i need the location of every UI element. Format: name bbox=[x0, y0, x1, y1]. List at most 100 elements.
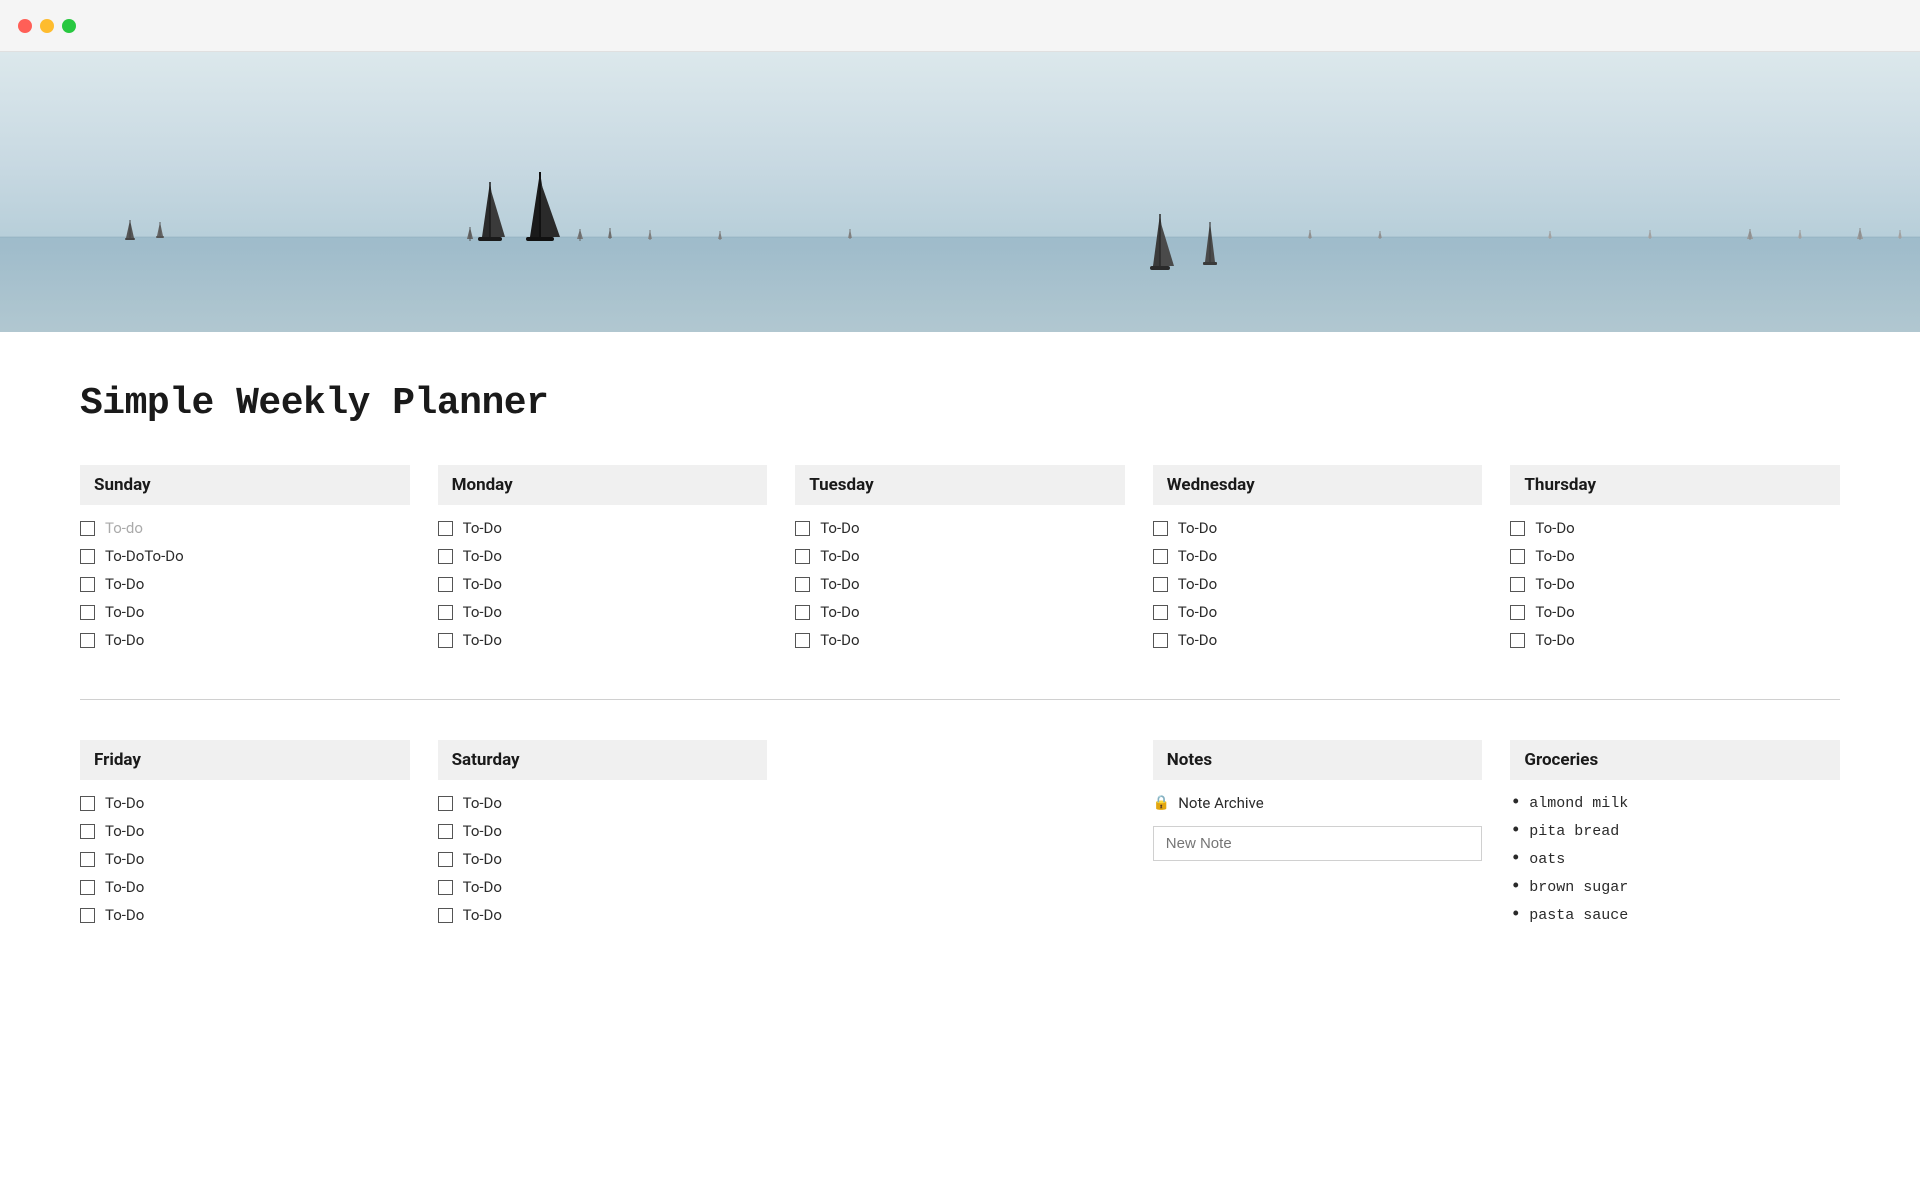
todo-label: To-Do bbox=[463, 603, 502, 621]
todo-checkbox[interactable] bbox=[80, 521, 95, 536]
todo-checkbox[interactable] bbox=[438, 577, 453, 592]
todo-item[interactable]: To-Do bbox=[795, 575, 1125, 593]
todo-item[interactable]: To-DoTo-Do bbox=[80, 547, 410, 565]
todo-checkbox[interactable] bbox=[1510, 605, 1525, 620]
grocery-item: •almond milk bbox=[1510, 794, 1840, 812]
todo-item[interactable]: To-Do bbox=[1510, 631, 1840, 649]
todo-item[interactable]: To-Do bbox=[795, 603, 1125, 621]
todo-checkbox[interactable] bbox=[80, 824, 95, 839]
day-header-wednesday: Wednesday bbox=[1153, 465, 1483, 505]
todo-item[interactable]: To-Do bbox=[795, 547, 1125, 565]
day-header-tuesday: Tuesday bbox=[795, 465, 1125, 505]
todo-item[interactable]: To-Do bbox=[1510, 575, 1840, 593]
todo-checkbox[interactable] bbox=[438, 605, 453, 620]
day-column-friday: FridayTo-DoTo-DoTo-DoTo-DoTo-Do bbox=[80, 740, 410, 934]
todo-item[interactable]: To-Do bbox=[438, 603, 768, 621]
todo-checkbox[interactable] bbox=[1510, 577, 1525, 592]
todo-checkbox[interactable] bbox=[795, 521, 810, 536]
maximize-button[interactable] bbox=[62, 19, 76, 33]
todo-checkbox[interactable] bbox=[438, 521, 453, 536]
todo-checkbox[interactable] bbox=[1153, 633, 1168, 648]
todo-checkbox[interactable] bbox=[80, 908, 95, 923]
todo-checkbox[interactable] bbox=[1510, 633, 1525, 648]
todo-item[interactable]: To-Do bbox=[1153, 631, 1483, 649]
todo-checkbox[interactable] bbox=[80, 880, 95, 895]
minimize-button[interactable] bbox=[40, 19, 54, 33]
todo-item[interactable]: To-Do bbox=[438, 631, 768, 649]
todo-label: To-Do bbox=[463, 822, 502, 840]
close-button[interactable] bbox=[18, 19, 32, 33]
todo-item[interactable]: To-Do bbox=[438, 906, 768, 924]
todo-checkbox[interactable] bbox=[80, 633, 95, 648]
todo-label: To-Do bbox=[1178, 603, 1217, 621]
todo-item[interactable]: To-Do bbox=[1153, 547, 1483, 565]
todo-item[interactable]: To-Do bbox=[1510, 547, 1840, 565]
todo-checkbox[interactable] bbox=[1510, 549, 1525, 564]
todo-checkbox[interactable] bbox=[1153, 521, 1168, 536]
todo-item[interactable]: To-Do bbox=[438, 794, 768, 812]
todo-checkbox[interactable] bbox=[80, 852, 95, 867]
groceries-column: Groceries•almond milk•pita bread•oats•br… bbox=[1510, 740, 1840, 934]
todo-checkbox[interactable] bbox=[438, 633, 453, 648]
day-column-saturday: SaturdayTo-DoTo-DoTo-DoTo-DoTo-Do bbox=[438, 740, 768, 934]
todo-checkbox[interactable] bbox=[438, 908, 453, 923]
todo-checkbox[interactable] bbox=[438, 852, 453, 867]
todo-label: To-Do bbox=[820, 631, 859, 649]
todo-item[interactable]: To-Do bbox=[80, 878, 410, 896]
todo-label: To-Do bbox=[463, 631, 502, 649]
note-archive-item[interactable]: 🔒Note Archive bbox=[1153, 794, 1483, 812]
todo-item[interactable]: To-Do bbox=[438, 575, 768, 593]
todo-checkbox[interactable] bbox=[80, 796, 95, 811]
week-grid-top: SundayTo-doTo-DoTo-DoTo-DoTo-DoTo-DoMond… bbox=[80, 465, 1840, 659]
todo-item[interactable]: To-Do bbox=[1510, 519, 1840, 537]
todo-checkbox[interactable] bbox=[795, 577, 810, 592]
todo-label: To-Do bbox=[105, 906, 144, 924]
todo-item[interactable]: To-Do bbox=[1153, 575, 1483, 593]
todo-item[interactable]: To-Do bbox=[1153, 519, 1483, 537]
todo-checkbox[interactable] bbox=[795, 605, 810, 620]
day-header-sunday: Sunday bbox=[80, 465, 410, 505]
todo-checkbox[interactable] bbox=[438, 549, 453, 564]
todo-label: To-Do bbox=[1178, 519, 1217, 537]
todo-checkbox[interactable] bbox=[1153, 549, 1168, 564]
todo-checkbox[interactable] bbox=[80, 605, 95, 620]
todo-label: To-DoTo-Do bbox=[105, 547, 184, 565]
todo-item[interactable]: To-Do bbox=[1153, 603, 1483, 621]
todo-checkbox[interactable] bbox=[1153, 577, 1168, 592]
todo-checkbox[interactable] bbox=[795, 633, 810, 648]
todo-item[interactable]: To-Do bbox=[438, 822, 768, 840]
grocery-label: almond milk bbox=[1529, 795, 1628, 812]
day-header-thursday: Thursday bbox=[1510, 465, 1840, 505]
todo-label: To-Do bbox=[1535, 519, 1574, 537]
todo-checkbox[interactable] bbox=[795, 549, 810, 564]
todo-item[interactable]: To-Do bbox=[438, 547, 768, 565]
todo-item[interactable]: To-Do bbox=[80, 794, 410, 812]
todo-checkbox[interactable] bbox=[438, 824, 453, 839]
todo-item[interactable]: To-Do bbox=[80, 850, 410, 868]
todo-item[interactable]: To-Do bbox=[80, 906, 410, 924]
todo-item[interactable]: To-Do bbox=[80, 822, 410, 840]
todo-label: To-Do bbox=[105, 575, 144, 593]
todo-item[interactable]: To-do bbox=[80, 519, 410, 537]
todo-item[interactable]: To-Do bbox=[438, 850, 768, 868]
todo-checkbox[interactable] bbox=[438, 880, 453, 895]
todo-item[interactable]: To-Do bbox=[80, 575, 410, 593]
todo-label: To-Do bbox=[1178, 631, 1217, 649]
note-archive-label: Note Archive bbox=[1178, 794, 1263, 812]
todo-item[interactable]: To-Do bbox=[1510, 603, 1840, 621]
todo-checkbox[interactable] bbox=[80, 549, 95, 564]
todo-checkbox[interactable] bbox=[1510, 521, 1525, 536]
todo-item[interactable]: To-Do bbox=[795, 631, 1125, 649]
todo-item[interactable]: To-Do bbox=[438, 519, 768, 537]
todo-item[interactable]: To-Do bbox=[438, 878, 768, 896]
todo-checkbox[interactable] bbox=[80, 577, 95, 592]
todo-checkbox[interactable] bbox=[1153, 605, 1168, 620]
grocery-item: •pasta sauce bbox=[1510, 906, 1840, 924]
new-note-input[interactable] bbox=[1153, 826, 1483, 861]
todo-label: To-Do bbox=[105, 850, 144, 868]
todo-label: To-Do bbox=[463, 575, 502, 593]
todo-item[interactable]: To-Do bbox=[80, 631, 410, 649]
todo-item[interactable]: To-Do bbox=[80, 603, 410, 621]
todo-checkbox[interactable] bbox=[438, 796, 453, 811]
todo-item[interactable]: To-Do bbox=[795, 519, 1125, 537]
